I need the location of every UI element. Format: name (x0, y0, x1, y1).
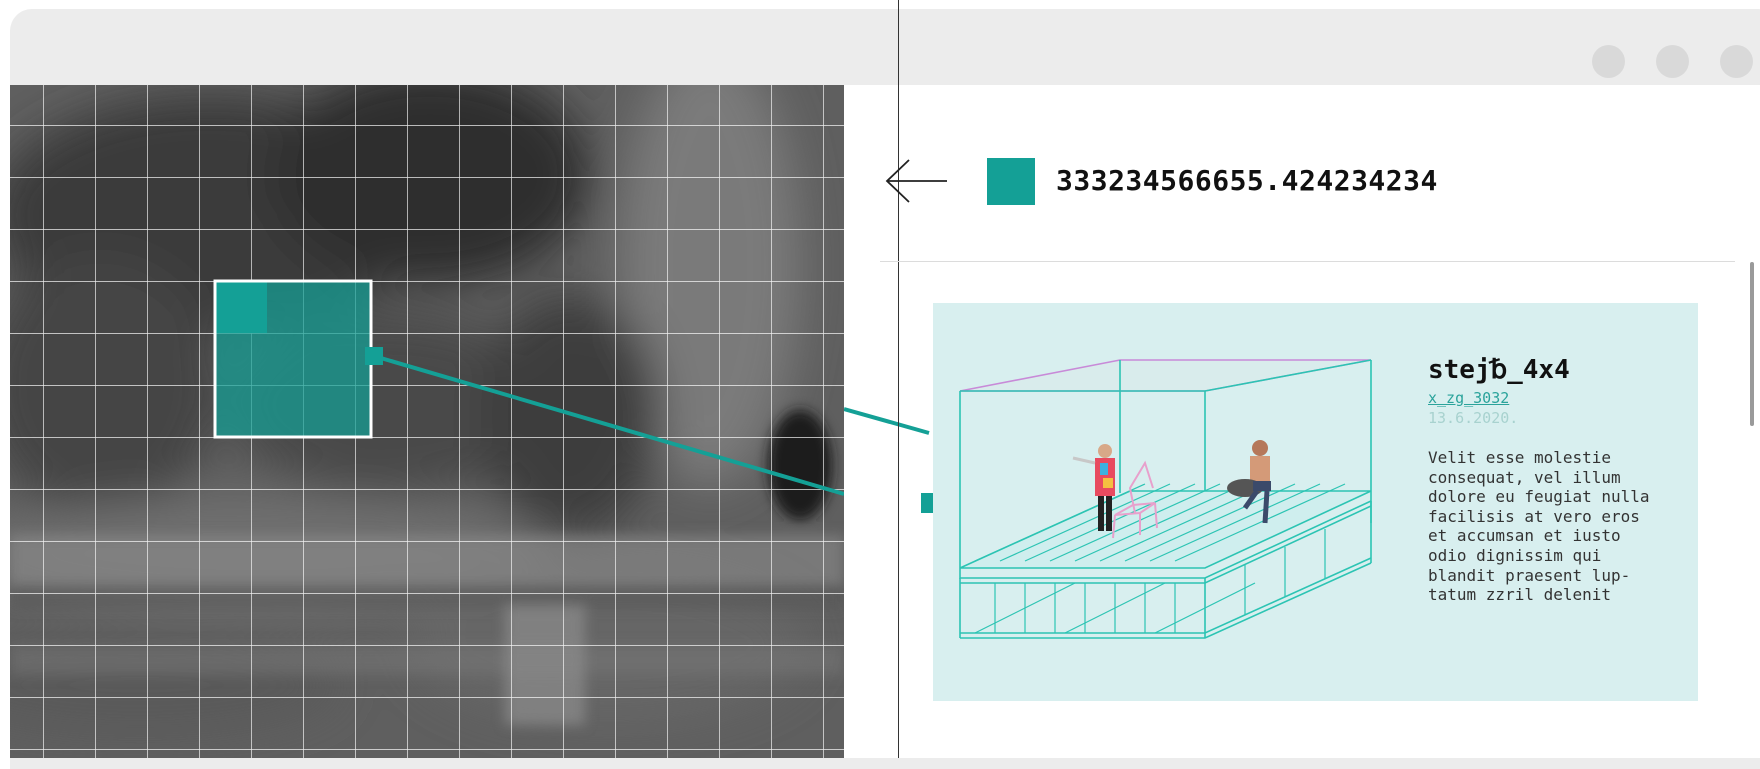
coordinate-value: 333234566655.424234234 (1056, 164, 1438, 197)
window-button-1[interactable] (1592, 45, 1625, 78)
card-link[interactable]: x_zg_3032 (1428, 388, 1509, 408)
detail-card: stej␢_4x4 x_zg_3032 13.6.2020. Velit ess… (933, 303, 1698, 701)
stage-illustration (959, 359, 1372, 639)
map-grid (10, 85, 844, 758)
divider-vertical (898, 0, 899, 758)
header-divider (880, 261, 1735, 262)
grid-map[interactable] (10, 85, 844, 758)
title-bar (10, 9, 1760, 85)
arrow-left-icon (885, 159, 947, 203)
map-view[interactable] (10, 85, 844, 758)
card-date: 13.6.2020. (1428, 409, 1519, 427)
scrollbar[interactable] (1750, 262, 1754, 426)
window-button-3[interactable] (1720, 45, 1753, 78)
color-swatch (987, 158, 1035, 205)
back-button[interactable] (885, 158, 949, 204)
connector-handle[interactable] (365, 347, 383, 365)
card-description: Velit esse molestie consequat, vel illum… (1428, 448, 1650, 605)
card-title: stej␢_4x4 (1428, 355, 1570, 385)
connector-line-extension (844, 407, 930, 435)
window-button-2[interactable] (1656, 45, 1689, 78)
selected-region[interactable] (213, 279, 373, 439)
